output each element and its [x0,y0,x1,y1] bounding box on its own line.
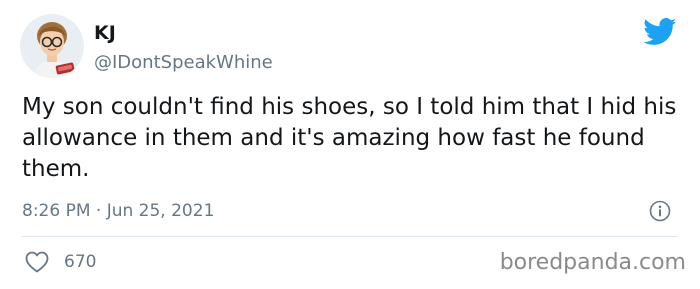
display-name[interactable]: KJ [94,22,116,44]
divider [22,236,678,237]
handle[interactable]: @IDontSpeakWhine [94,52,273,73]
heart-icon[interactable] [25,251,49,273]
twitter-bird-icon[interactable] [643,18,677,46]
tweet-text: My son couldn't find his shoes, so I tol… [22,94,677,182]
watermark: boredpanda.com [499,250,686,275]
timestamp[interactable]: 8:26 PM · Jun 25, 2021 [22,201,214,221]
info-icon[interactable] [649,200,671,222]
like-count: 670 [64,252,97,272]
avatar[interactable] [20,14,84,78]
